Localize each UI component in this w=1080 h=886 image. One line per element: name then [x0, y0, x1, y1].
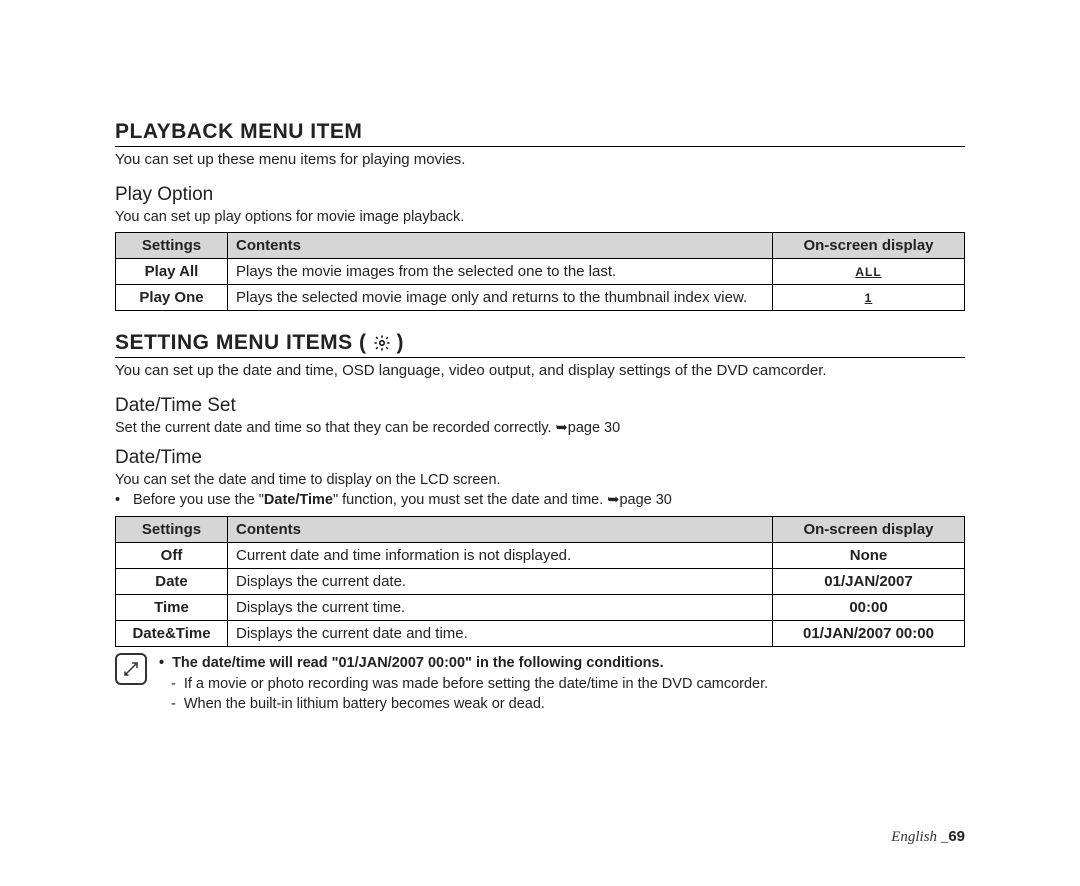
setting-menu-intro: You can set up the date and time, OSD la…: [115, 362, 965, 381]
note-block: •The date/time will read "01/JAN/2007 00…: [115, 653, 965, 714]
note-line2: When the built-in lithium battery become…: [184, 694, 545, 714]
datetime-bullet: • Before you use the "Date/Time" functio…: [115, 491, 965, 511]
cell-settings: Time: [116, 595, 228, 621]
cell-osd: 01/JAN/2007 00:00: [773, 621, 965, 647]
note-top: The date/time will read "01/JAN/2007 00:…: [172, 653, 664, 673]
setting-menu-heading: SETTING MENU ITEMS ( ): [115, 331, 965, 358]
cell-contents: Displays the current date.: [228, 569, 773, 595]
bullet-suffix: " function, you must set the date and ti…: [333, 492, 672, 508]
bullet-prefix: Before you use the ": [133, 492, 264, 508]
cell-osd: 00:00: [773, 595, 965, 621]
th-contents: Contents: [228, 232, 773, 258]
playback-menu-intro: You can set up these menu items for play…: [115, 151, 965, 170]
datetime-heading: Date/Time: [115, 447, 965, 469]
cell-osd: 01/JAN/2007: [773, 569, 965, 595]
cell-settings: Play One: [116, 284, 228, 310]
cell-settings: Play All: [116, 258, 228, 284]
table-row: Time Displays the current time. 00:00: [116, 595, 965, 621]
cell-osd: ALL: [773, 258, 965, 284]
table-row: Date&Time Displays the current date and …: [116, 621, 965, 647]
table-row: Off Current date and time information is…: [116, 543, 965, 569]
th-settings: Settings: [116, 517, 228, 543]
cell-settings: Off: [116, 543, 228, 569]
cell-contents: Plays the selected movie image only and …: [228, 284, 773, 310]
cell-settings: Date&Time: [116, 621, 228, 647]
cell-settings: Date: [116, 569, 228, 595]
table-row: Play One Plays the selected movie image …: [116, 284, 965, 310]
datetime-desc: You can set the date and time to display…: [115, 471, 965, 489]
table-row: Play All Plays the movie images from the…: [116, 258, 965, 284]
th-contents: Contents: [228, 517, 773, 543]
cell-contents: Displays the current date and time.: [228, 621, 773, 647]
setting-menu-heading-text: SETTING MENU ITEMS (: [115, 331, 367, 355]
playback-menu-heading: PLAYBACK MENU ITEM: [115, 120, 965, 147]
bullet-bold: Date/Time: [264, 492, 333, 508]
datetime-set-heading: Date/Time Set: [115, 395, 965, 417]
datetime-set-desc: Set the current date and time so that th…: [115, 419, 965, 437]
th-settings: Settings: [116, 232, 228, 258]
cell-contents: Displays the current time.: [228, 595, 773, 621]
play-option-desc: You can set up play options for movie im…: [115, 208, 965, 226]
note-icon: [115, 653, 147, 685]
th-osd: On-screen display: [773, 517, 965, 543]
play-option-table: Settings Contents On-screen display Play…: [115, 232, 965, 311]
table-row: Date Displays the current date. 01/JAN/2…: [116, 569, 965, 595]
cell-contents: Current date and time information is not…: [228, 543, 773, 569]
note-line1: If a movie or photo recording was made b…: [184, 674, 768, 694]
play-option-heading: Play Option: [115, 184, 965, 206]
th-osd: On-screen display: [773, 232, 965, 258]
footer-language: English _: [891, 829, 948, 845]
play-all-icon: ALL: [855, 265, 881, 279]
cell-contents: Plays the movie images from the selected…: [228, 258, 773, 284]
play-one-icon: 1: [865, 291, 873, 305]
gear-icon: [373, 334, 391, 352]
datetime-table: Settings Contents On-screen display Off …: [115, 516, 965, 647]
setting-menu-heading-close: ): [397, 331, 405, 355]
page-footer: English _69: [891, 828, 965, 846]
cell-osd: 1: [773, 284, 965, 310]
footer-page-number: 69: [948, 828, 965, 845]
cell-osd: None: [773, 543, 965, 569]
